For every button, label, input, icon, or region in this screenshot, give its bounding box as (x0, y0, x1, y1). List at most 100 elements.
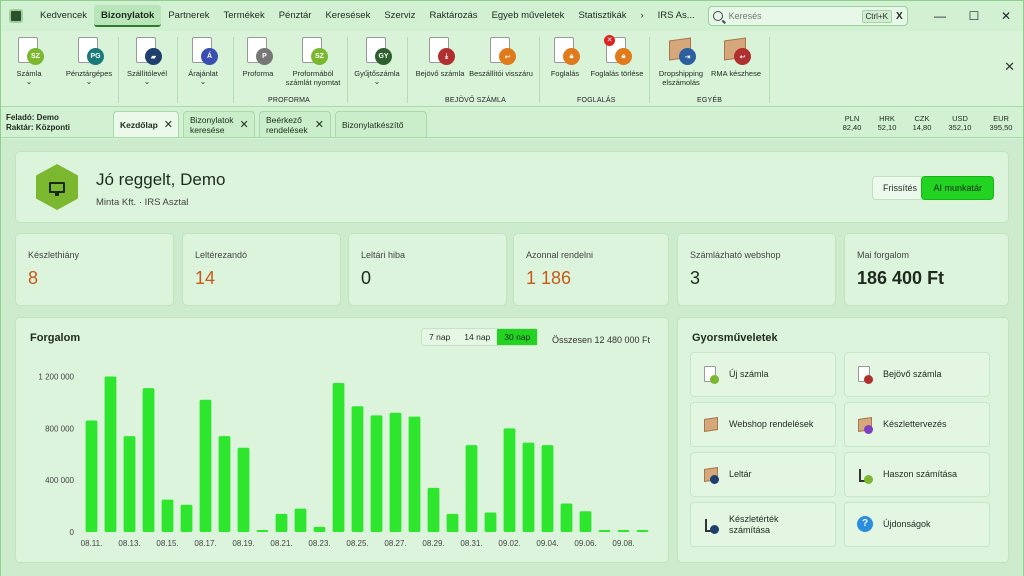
search-input[interactable] (728, 11, 862, 21)
search-box[interactable]: Ctrl+K X (707, 6, 908, 26)
chevron-down-icon[interactable]: ⌄ (26, 78, 33, 86)
ribbon-rma-button[interactable]: ↩ RMA készhese (711, 35, 761, 78)
ribbon-foglalas-torlese-button[interactable]: 🔒︎ ✕ Foglalás törlése (591, 35, 643, 78)
chart-bar[interactable] (408, 416, 421, 532)
ribbon-collapse-icon[interactable]: ✕ (1004, 59, 1015, 75)
ai-assistant-button[interactable]: AI munkatár (921, 176, 994, 200)
ribbon-beszallitoi-visszaru-button[interactable]: ↩ Beszállítói visszáru (469, 35, 533, 78)
chart-bar[interactable] (636, 530, 649, 532)
chart-bar[interactable] (370, 415, 383, 532)
chart-bar[interactable] (522, 442, 535, 532)
turnover-chart: 0 400 000 800 000 1 200 000 08.11. 08.13. 08.1… (38, 372, 649, 548)
stat-card-leltari-hiba[interactable]: Leltári hiba 0 (348, 233, 507, 306)
chart-bar[interactable] (199, 399, 212, 532)
menu-item-kedvencek[interactable]: Kedvencek (33, 5, 94, 27)
tab-beerkezo-rendelesek[interactable]: Beérkező rendelések ✕ (259, 111, 331, 137)
ribbon-szamla-button[interactable]: SZ Számla ⌄ (11, 35, 47, 86)
app-logo-icon[interactable] (9, 9, 23, 23)
chart-bar[interactable] (579, 511, 592, 532)
chart-bar[interactable] (313, 526, 326, 532)
close-window-button[interactable]: ✕ (989, 1, 1023, 31)
chevron-down-icon[interactable]: ⌄ (86, 78, 93, 86)
maximize-button[interactable]: ☐ (957, 1, 991, 31)
close-tab-icon[interactable]: ✕ (164, 118, 173, 131)
menu-item-szerviz[interactable]: Szerviz (377, 5, 422, 27)
chevron-down-icon[interactable]: ⌄ (144, 78, 151, 86)
chart-bar[interactable] (351, 406, 364, 532)
currency-eur: EUR 395,50 (989, 114, 1013, 132)
chart-bar[interactable] (123, 436, 136, 532)
chart-bar[interactable] (598, 530, 611, 532)
chart-bar[interactable] (161, 499, 174, 532)
quick-action-haszon-szamitasa[interactable]: Haszon számítása (844, 452, 990, 497)
minimize-button[interactable]: — (923, 1, 957, 31)
quick-action-webshop-rendelesek[interactable]: Webshop rendelések (690, 402, 836, 447)
chart-bar[interactable] (389, 412, 402, 532)
quick-action-keszletertek-szamitasa[interactable]: Készletérték számítása (690, 502, 836, 547)
chart-bar[interactable] (256, 530, 269, 532)
menu-item-penztar[interactable]: Pénztár (272, 5, 319, 27)
tab-bizonylatkeszito[interactable]: Bizonylatkészítő (335, 111, 427, 137)
chart-bar[interactable] (180, 504, 193, 532)
ribbon-proforma-print-button[interactable]: SZ Proformából számlát nyomtat (285, 35, 341, 87)
menu-item-keresesek[interactable]: Keresések (318, 5, 377, 27)
ribbon-proforma-button[interactable]: P Proforma (239, 35, 277, 78)
incoming-invoice-icon: ⤓ (425, 35, 455, 67)
stat-value: 0 (361, 268, 372, 288)
x-tick-label: 08.25. (346, 539, 368, 548)
close-tab-icon[interactable]: ✕ (315, 118, 324, 131)
stat-card-mai-forgalom[interactable]: Mai forgalom 186 400 Ft (844, 233, 1009, 306)
tab-kezdolap[interactable]: Kezdőlap ✕ (113, 111, 179, 137)
ribbon-dropshipping-button[interactable]: ⇥ Dropshipping elszámolás (655, 35, 707, 87)
menu-item-raktarozas[interactable]: Raktározás (423, 5, 485, 27)
chart-bar[interactable] (275, 513, 288, 532)
chart-bar[interactable] (332, 382, 345, 532)
chart-bar[interactable] (484, 512, 497, 532)
stat-card-azonnal-rendelni[interactable]: Azonnal rendelni 1 186 (513, 233, 669, 306)
search-clear-button[interactable]: X (896, 11, 903, 22)
chart-bar[interactable] (446, 513, 459, 532)
ribbon-foglalas-button[interactable]: 🔒︎ Foglalás (547, 35, 583, 78)
chart-bar[interactable] (237, 447, 250, 532)
chart-bar[interactable] (541, 445, 554, 532)
menu-item-statisztikak[interactable]: Statisztikák (571, 5, 633, 27)
chart-bar[interactable] (218, 436, 231, 532)
ribbon-bejovo-szamla-button[interactable]: ⤓ Bejövő számla (415, 35, 465, 78)
ribbon-szallitolevel-button[interactable]: ▰ Szállítólevél ⌄ (125, 35, 169, 86)
stat-card-leltarezando[interactable]: Leltérezandó 14 (182, 233, 341, 306)
chart-bar[interactable] (617, 530, 630, 532)
menu-item-irs-asztal[interactable]: IRS As... (651, 5, 702, 27)
stat-card-szamlazhato-webshop[interactable]: Számlázható webshop 3 (677, 233, 836, 306)
menu-item-termekek[interactable]: Termékek (217, 5, 272, 27)
menu-item-bizonylatok[interactable]: Bizonylatok (94, 5, 162, 27)
menu-item-partnerek[interactable]: Partnerek (161, 5, 216, 27)
chart-bar[interactable] (142, 388, 155, 532)
chevron-down-icon[interactable]: ⌄ (374, 78, 381, 86)
chart-bar[interactable] (85, 420, 98, 532)
range-7-days-button[interactable]: 7 nap (422, 329, 457, 345)
menu-overflow-button[interactable]: › (633, 5, 650, 27)
quick-action-ujdonsagok[interactable]: ? Újdonságok (844, 502, 990, 547)
chart-bar[interactable] (294, 508, 307, 532)
quick-action-leltar[interactable]: Leltár (690, 452, 836, 497)
quick-action-uj-szamla[interactable]: Új számla (690, 352, 836, 397)
tab-bizonylatok-keresese[interactable]: Bizonylatok keresése ✕ (183, 111, 255, 137)
menu-item-egyeb-muveletek[interactable]: Egyeb műveletek (485, 5, 572, 27)
chart-bar[interactable] (560, 503, 573, 532)
ribbon-gyujtoszamla-button[interactable]: GY Gyűjtőszámla ⌄ (354, 35, 400, 86)
quick-action-keszlettervezes[interactable]: Készlettervezés (844, 402, 990, 447)
ribbon-arajanlat-button[interactable]: Á Árajánlat ⌄ (185, 35, 221, 86)
stat-card-keszlethiany[interactable]: Készlethiány 8 (15, 233, 174, 306)
range-30-days-button[interactable]: 30 nap (497, 329, 538, 345)
chart-bar[interactable] (427, 487, 440, 532)
chart-bar[interactable] (104, 376, 117, 532)
ribbon-penztargepes-button[interactable]: PG Pénztárgépes ⌄ (63, 35, 115, 86)
range-14-days-button[interactable]: 14 nap (457, 329, 497, 345)
y-tick-label: 400 000 (45, 476, 74, 485)
chart-bar[interactable] (503, 428, 516, 532)
chevron-down-icon[interactable]: ⌄ (200, 78, 207, 86)
chart-bar[interactable] (465, 445, 478, 532)
close-tab-icon[interactable]: ✕ (239, 118, 248, 131)
refresh-button[interactable]: Frissítés (871, 176, 928, 200)
quick-action-bejovo-szamla[interactable]: Bejövő számla (844, 352, 990, 397)
